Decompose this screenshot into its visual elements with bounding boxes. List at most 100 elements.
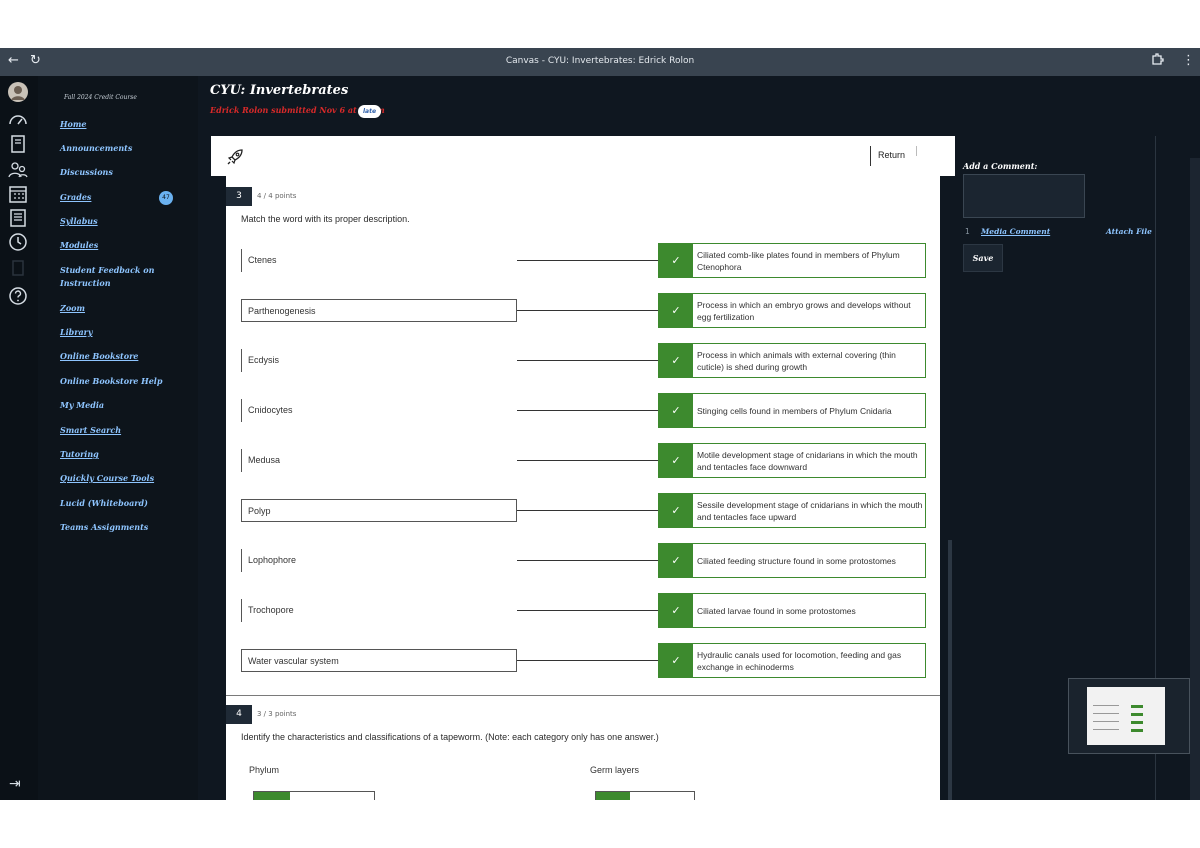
nav-smart-search[interactable]: Smart Search — [60, 424, 180, 437]
nav-bookstore-help[interactable]: Online Bookstore Help — [60, 375, 180, 388]
match-description: Motile development stage of cnidarians i… — [697, 449, 918, 472]
match-term: Lophophore — [241, 549, 517, 572]
match-description: Process in which an embryo grows and dev… — [697, 299, 911, 322]
match-description: Process in which animals with external c… — [697, 349, 896, 372]
match-description: Ciliated feeding structure found in some… — [697, 555, 896, 566]
check-icon: ✓ — [659, 244, 693, 277]
match-connector — [517, 610, 658, 611]
match-description: Hydraulic canals used for locomotion, fe… — [697, 649, 902, 672]
submission-toolbar: Return — [211, 136, 955, 176]
media-comment-link[interactable]: Media Comment — [981, 227, 1050, 236]
match-connector — [517, 310, 658, 311]
save-button[interactable]: Save — [963, 244, 1003, 272]
match-answer: ✓ Process in which animals with external … — [658, 343, 926, 378]
courses-icon[interactable] — [8, 134, 30, 156]
question-text: Identify the characteristics and classif… — [241, 732, 659, 742]
match-answer: ✓ Hydraulic canals used for locomotion, f… — [658, 643, 926, 678]
history-icon[interactable] — [8, 232, 30, 254]
check-icon: ✓ — [659, 594, 693, 627]
extensions-icon[interactable] — [1150, 53, 1164, 71]
collapse-nav-icon[interactable]: ⇥ — [9, 776, 21, 792]
nav-home[interactable]: Home — [60, 118, 180, 131]
match-connector — [517, 410, 658, 411]
nav-zoom[interactable]: Zoom — [60, 302, 180, 315]
match-connector — [517, 460, 658, 461]
nav-announcements[interactable]: Announcements — [60, 142, 180, 155]
match-description: Sessile development stage of cnidarians … — [697, 499, 923, 522]
match-term: Cnidocytes — [241, 399, 517, 422]
window-title: Canvas - CYU: Invertebrates: Edrick Rolo… — [505, 56, 695, 66]
match-answer: ✓ Motile development stage of cnidarians … — [658, 443, 926, 478]
match-connector — [517, 660, 658, 661]
nav-library[interactable]: Library — [60, 326, 180, 339]
comment-input[interactable] — [963, 174, 1085, 218]
comment-heading: Add a Comment: — [963, 161, 1038, 171]
late-badge: late — [358, 105, 382, 118]
avatar[interactable] — [8, 82, 30, 104]
quiz-content: 3 4 / 4 points Match the word with its p… — [226, 176, 940, 800]
scrollbar[interactable] — [948, 540, 952, 800]
studio-icon[interactable] — [8, 258, 30, 280]
match-connector — [517, 360, 658, 361]
match-answer: ✓ Sessile development stage of cnidarians… — [658, 493, 926, 528]
match-description: Ciliated comb-like plates found in membe… — [697, 249, 900, 272]
match-description: Stinging cells found in members of Phylu… — [697, 405, 892, 416]
toolbar-separator — [870, 146, 871, 166]
media-count: 1 — [965, 227, 970, 236]
match-term: Trochopore — [241, 599, 517, 622]
category-answer[interactable] — [253, 791, 375, 800]
nav-quickly-course-tools[interactable]: Quickly Course Tools — [60, 472, 180, 485]
nav-online-bookstore[interactable]: Online Bookstore — [60, 350, 180, 363]
question-text: Match the word with its proper descripti… — [241, 214, 410, 224]
match-answer: ✓ Ciliated larvae found in some protostom… — [658, 593, 926, 628]
match-connector — [517, 510, 658, 511]
scrollbar[interactable] — [1190, 158, 1200, 800]
check-icon: ✓ — [659, 494, 693, 527]
nav-tutoring[interactable]: Tutoring — [60, 448, 180, 461]
nav-student-feedback[interactable]: Student Feedback on Instruction — [60, 264, 180, 290]
question-number: 4 — [226, 705, 252, 724]
nav-syllabus[interactable]: Syllabus — [60, 215, 180, 228]
nav-teams-assignments[interactable]: Teams Assignments — [60, 521, 180, 534]
match-term: Ecdysis — [241, 349, 517, 372]
check-icon: ✓ — [659, 294, 693, 327]
question-points: 3 / 3 points — [257, 710, 297, 718]
check-icon: ✓ — [659, 644, 693, 677]
toolbar-separator — [916, 146, 917, 156]
return-button[interactable]: Return — [878, 150, 905, 160]
match-term: Polyp — [241, 499, 517, 522]
groups-icon[interactable] — [8, 160, 30, 182]
course-nav: Fall 2024 Credit Course Home Announcemen… — [38, 76, 198, 800]
calendar-icon[interactable] — [8, 184, 30, 206]
nav-modules[interactable]: Modules — [60, 239, 180, 252]
category-label: Germ layers — [590, 765, 640, 775]
question-points: 4 / 4 points — [257, 192, 297, 200]
dashboard-icon[interactable] — [8, 110, 30, 132]
match-answer: ✓ Ciliated comb-like plates found in memb… — [658, 243, 926, 278]
rocket-icon[interactable] — [225, 147, 245, 167]
match-answer: ✓ Ciliated feeding structure found in som… — [658, 543, 926, 578]
match-connector — [517, 560, 658, 561]
check-icon: ✓ — [659, 544, 693, 577]
match-term: Parthenogenesis — [241, 299, 517, 322]
attach-file-link[interactable]: Attach File — [1106, 227, 1152, 236]
question-divider — [226, 695, 940, 696]
grades-badge: 47 — [159, 191, 173, 205]
nav-lucid[interactable]: Lucid (Whiteboard) — [60, 497, 180, 510]
screenshot-thumbnail[interactable] — [1068, 678, 1190, 754]
menu-icon[interactable]: ⋮ — [1182, 53, 1195, 68]
match-connector — [517, 260, 658, 261]
global-nav — [0, 76, 38, 800]
category-label: Phylum — [249, 765, 280, 775]
course-term: Fall 2024 Credit Course — [64, 94, 137, 101]
help-icon[interactable] — [8, 286, 30, 308]
question-number: 3 — [226, 187, 252, 206]
inbox-icon[interactable] — [8, 208, 30, 230]
category-answer[interactable] — [595, 791, 695, 800]
match-answer: ✓ Process in which an embryo grows and de… — [658, 293, 926, 328]
nav-discussions[interactable]: Discussions — [60, 166, 180, 179]
nav-my-media[interactable]: My Media — [60, 399, 180, 412]
match-answer: ✓ Stinging cells found in members of Phyl… — [658, 393, 926, 428]
thumbnail-preview — [1087, 687, 1165, 745]
check-icon: ✓ — [659, 344, 693, 377]
